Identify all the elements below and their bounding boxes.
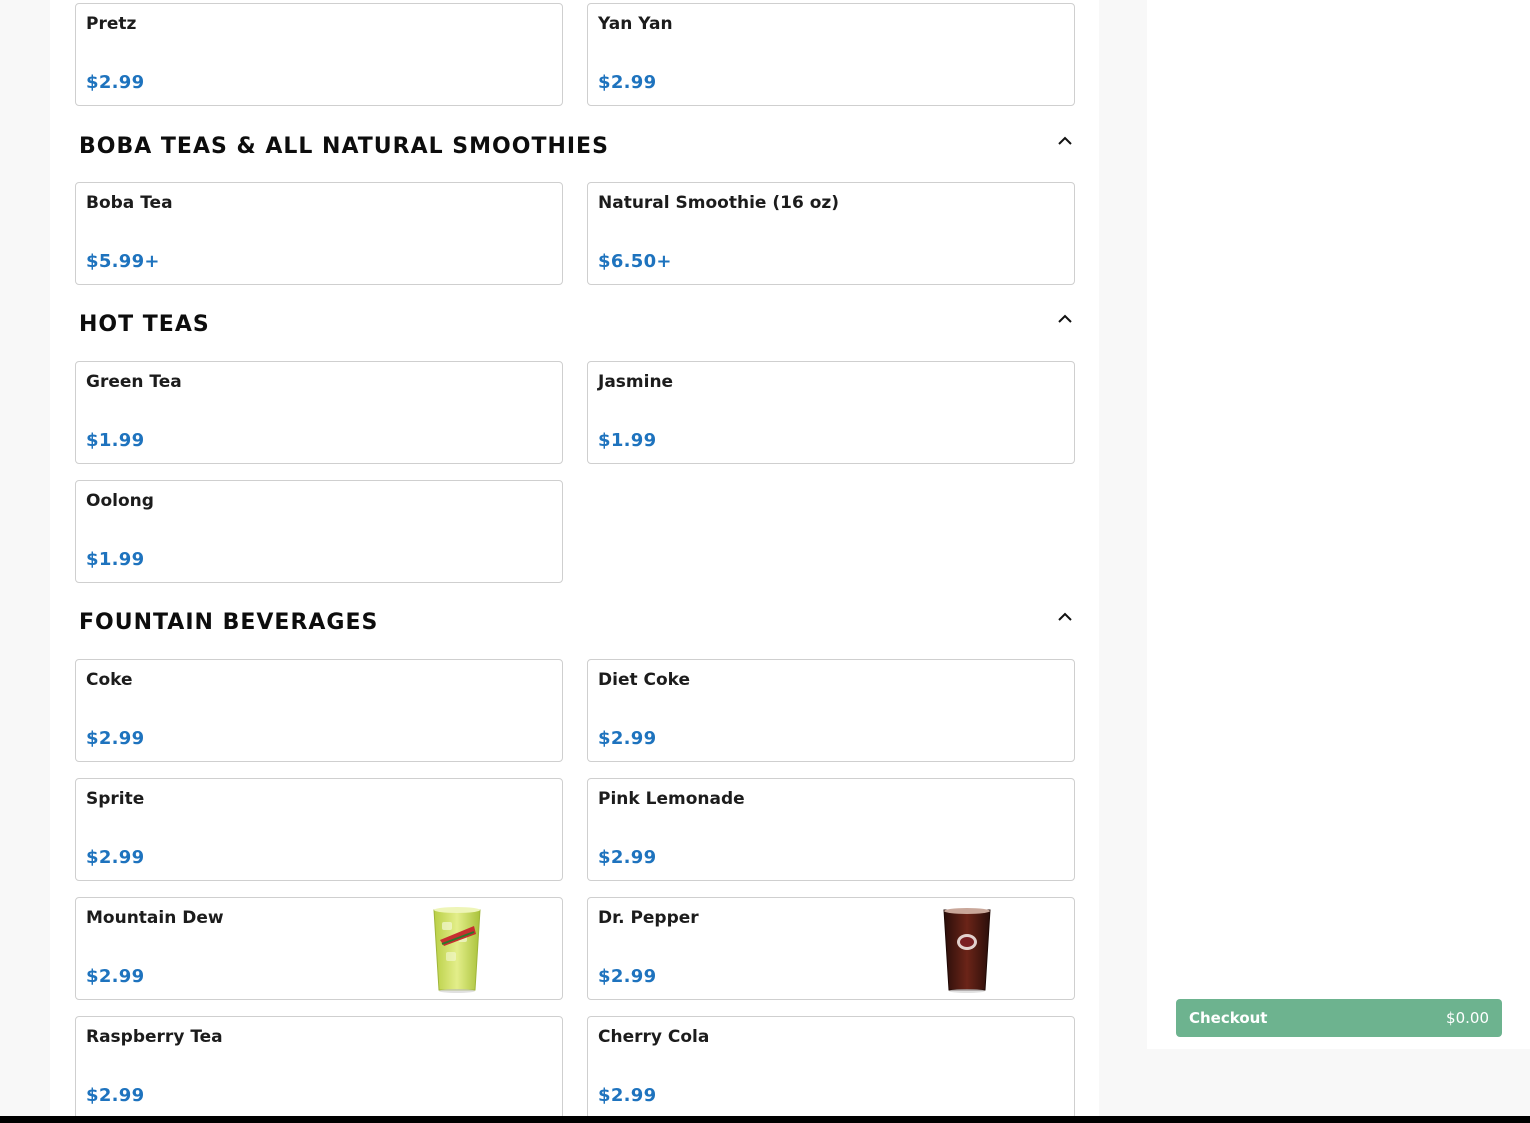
menu-item-yan-yan[interactable]: Yan Yan $2.99 [587, 3, 1075, 106]
item-price: $2.99 [598, 847, 657, 868]
item-price: $2.99 [86, 728, 145, 749]
item-name: Jasmine [598, 372, 674, 392]
item-name: Pink Lemonade [598, 789, 745, 809]
item-name: Mountain Dew [86, 908, 224, 928]
cart-total: $0.00 [1446, 1009, 1489, 1027]
item-price: $2.99 [598, 1085, 657, 1106]
item-name: Diet Coke [598, 670, 691, 690]
menu-item-green-tea[interactable]: Green Tea $1.99 [75, 361, 563, 464]
chevron-up-icon[interactable] [1055, 609, 1075, 625]
menu-item-dr-pepper[interactable]: Dr. Pepper $2.99 [587, 897, 1075, 1000]
cart-panel: Checkout $0.00 [1147, 0, 1530, 1049]
item-name: Natural Smoothie (16 oz) [598, 193, 840, 213]
dr-pepper-cup-image [943, 908, 991, 993]
item-name: Coke [86, 670, 133, 690]
item-name: Sprite [86, 789, 145, 809]
item-price: $2.99 [598, 72, 657, 93]
item-name: Yan Yan [598, 14, 673, 34]
item-price: $2.99 [86, 72, 145, 93]
item-name: Oolong [86, 491, 154, 511]
item-price: $2.99 [598, 728, 657, 749]
item-price: $2.99 [86, 1085, 145, 1106]
item-name: Pretz [86, 14, 137, 34]
section-title-hot-teas: HOT TEAS [79, 312, 210, 337]
checkout-label: Checkout [1189, 1009, 1268, 1027]
menu-item-natural-smoothie[interactable]: Natural Smoothie (16 oz) $6.50+ [587, 182, 1075, 285]
menu-item-mountain-dew[interactable]: Mountain Dew $2.99 [75, 897, 563, 1000]
checkout-button[interactable]: Checkout $0.00 [1176, 999, 1502, 1037]
menu-item-raspberry-tea[interactable]: Raspberry Tea $2.99 [75, 1016, 563, 1116]
chevron-up-icon[interactable] [1055, 133, 1075, 149]
item-name: Dr. Pepper [598, 908, 699, 928]
item-name: Cherry Cola [598, 1027, 710, 1047]
item-price: $1.99 [598, 430, 657, 451]
item-price: $2.99 [86, 966, 145, 987]
menu-item-diet-coke[interactable]: Diet Coke $2.99 [587, 659, 1075, 762]
menu-list: Pretz $2.99 Yan Yan $2.99 BOBA TEAS & AL… [50, 0, 1099, 1116]
menu-item-pretz[interactable]: Pretz $2.99 [75, 3, 563, 106]
menu-item-jasmine[interactable]: Jasmine $1.99 [587, 361, 1075, 464]
item-name: Raspberry Tea [86, 1027, 223, 1047]
item-name: Green Tea [86, 372, 182, 392]
menu-item-coke[interactable]: Coke $2.99 [75, 659, 563, 762]
menu-item-sprite[interactable]: Sprite $2.99 [75, 778, 563, 881]
item-price: $2.99 [598, 966, 657, 987]
item-price: $1.99 [86, 549, 145, 570]
menu-item-cherry-cola[interactable]: Cherry Cola $2.99 [587, 1016, 1075, 1116]
menu-item-pink-lemonade[interactable]: Pink Lemonade $2.99 [587, 778, 1075, 881]
item-price: $2.99 [86, 847, 145, 868]
bottom-edge-bar [0, 1116, 1530, 1123]
item-price: $6.50+ [598, 251, 672, 272]
section-title-boba: BOBA TEAS & ALL NATURAL SMOOTHIES [79, 134, 609, 159]
section-title-fountain: FOUNTAIN BEVERAGES [79, 610, 379, 635]
chevron-up-icon[interactable] [1055, 311, 1075, 327]
menu-page: Pretz $2.99 Yan Yan $2.99 BOBA TEAS & AL… [0, 0, 1530, 1123]
menu-item-boba-tea[interactable]: Boba Tea $5.99+ [75, 182, 563, 285]
item-price: $1.99 [86, 430, 145, 451]
item-name: Boba Tea [86, 193, 173, 213]
menu-item-oolong[interactable]: Oolong $1.99 [75, 480, 563, 583]
mountain-dew-cup-image [433, 907, 481, 993]
item-price: $5.99+ [86, 251, 160, 272]
